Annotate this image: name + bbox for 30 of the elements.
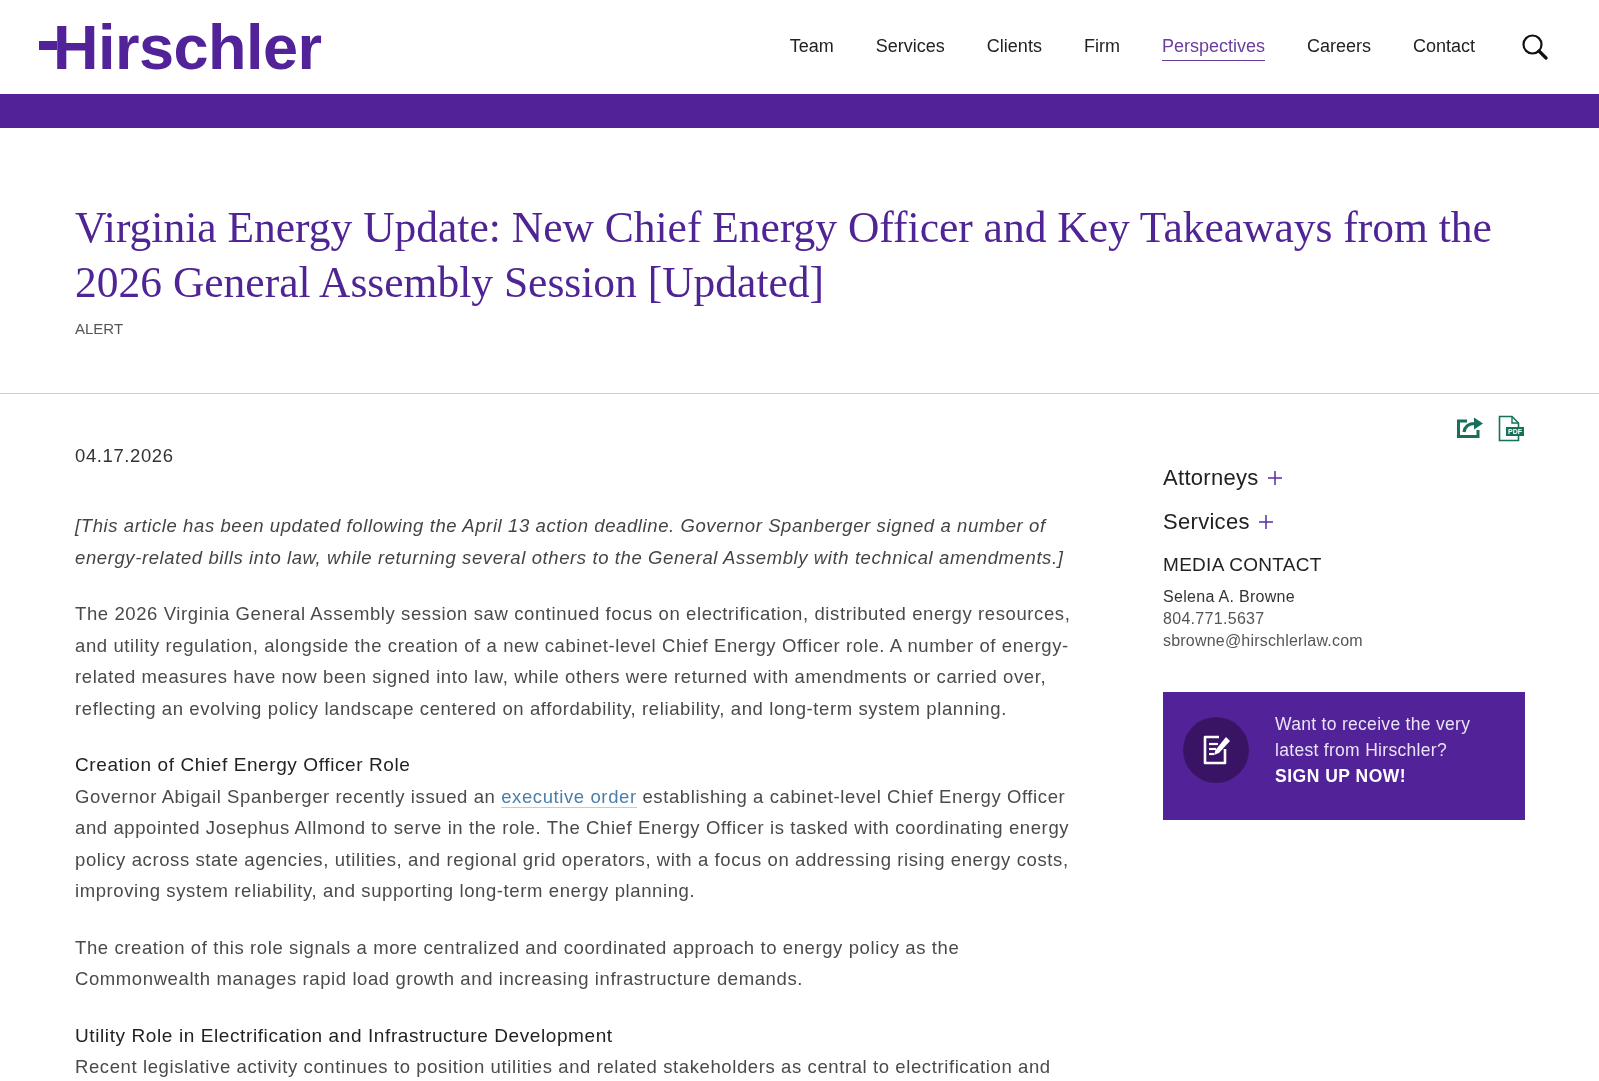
nav-link[interactable]: Team — [789, 31, 834, 61]
article-category: ALERT — [75, 319, 124, 339]
newsletter-prompt: Want to receive the very latest from Hirschler? — [1275, 713, 1472, 762]
logo[interactable]: Hirschler — [39, 12, 322, 82]
body-paragraph: Governor Abigail Spanberger recently issued an executive order establishing a cabinet-level Chief Energy Officer and appointed Josephus Allmond to serve in the role. The Chief Energy Officer is tasked with coordinating energy policy across state agencies, utilities, and regional grid operators, with a focus on addressing rising energy costs, improving system reliability, and supporting long-term energy planning. — [75, 784, 1071, 903]
contact-name: Selena A. Browne — [1163, 587, 1295, 607]
nav-link[interactable]: Clients — [986, 31, 1042, 61]
body-paragraph: The creation of this role signals a more centralized and coordinated approach to energy policy as the Commonwealth manages rapid load growth and increasing infrastructure demands. — [75, 935, 961, 991]
contact-phone: 804.771.5637 — [1163, 609, 1265, 629]
update-note: [This article has been updated following the April 13 action deadline. Governor Spanberger signed a number of energy-related bills into law, while returning several others to the General Assembly with technical amendments.] — [75, 514, 1065, 570]
body-paragraph: The 2026 Virginia General Assembly session saw continued focus on electrification, distributed energy resources, and utility regulation, alongside the creation of a new cabinet-level Chief Energy Officer role. A number of energy-related measures have now been signed into law, while others were returned with amendments or carried over, reflecting an evolving policy landscape centered on affordability, reliability, and long-term system planning. — [75, 602, 1072, 721]
media-contact-heading: MEDIA CONTACT — [1163, 553, 1322, 577]
accordion-toggle[interactable]: Attorneys — [1163, 463, 1282, 493]
nav-link[interactable]: Services — [875, 31, 945, 61]
accordion-toggle[interactable]: Services — [1163, 507, 1273, 537]
nav-link[interactable]: Contact — [1412, 31, 1475, 61]
body-paragraph: Recent legislative activity continues to position utilities and related stakeholders as central to electrification and — [75, 1055, 1052, 1079]
nav-link[interactable]: Perspectives — [1161, 31, 1265, 61]
inline-link[interactable]: executive order — [501, 785, 637, 808]
article-title: Virginia Energy Update: New Chief Energy Officer and Key Takeaways from the 2026 General Assembly Session [Updated] — [75, 202, 1493, 308]
contact-email-link[interactable]: sbrowne@hirschlerlaw.com — [1163, 630, 1363, 652]
sign-up-link[interactable]: SIGN UP NOW! — [1275, 763, 1407, 789]
note-pencil-icon — [1183, 717, 1249, 783]
share-icon[interactable] — [1456, 415, 1484, 439]
section-heading: Creation of Chief Energy Officer Role — [75, 753, 412, 777]
article-date: 04.17.2026 — [75, 444, 174, 468]
nav-link[interactable]: Firm — [1083, 31, 1120, 61]
nav-link[interactable]: Careers — [1306, 31, 1371, 61]
search-icon[interactable] — [1522, 34, 1548, 60]
section-heading: Utility Role in Electrification and Infrastructure Development — [75, 1023, 614, 1048]
